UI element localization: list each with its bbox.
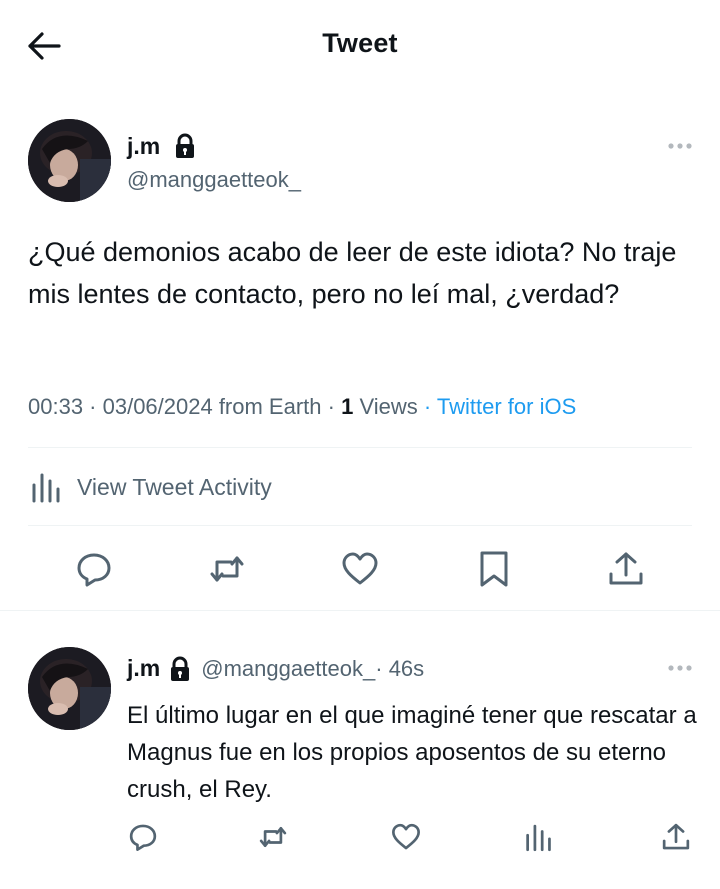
divider: [28, 447, 692, 448]
bar-chart-icon: [30, 471, 63, 503]
lock-icon: [174, 133, 196, 159]
views-count[interactable]: 1: [341, 394, 353, 419]
reply-text: El último lugar en el que imaginé tener …: [127, 702, 697, 803]
reply-header: j.m @manggaetteok_ · 46s: [127, 655, 424, 682]
tweet-meta: 00:33 · 03/06/2024 from Earth · 1 Views …: [28, 394, 576, 420]
client-link[interactable]: · Twitter for iOS: [418, 394, 576, 419]
tweet-timestamp[interactable]: 00:33 · 03/06/2024 from Earth ·: [28, 394, 341, 419]
share-icon[interactable]: [607, 550, 645, 588]
author-handle[interactable]: @manggaetteok_: [127, 167, 301, 193]
reply-share-icon[interactable]: [661, 822, 691, 852]
reply-author-handle[interactable]: @manggaetteok_: [201, 656, 375, 682]
reply-more-icon[interactable]: [667, 662, 693, 674]
reply-avatar[interactable]: [28, 647, 111, 730]
tweet-text: ¿Qué demonios acabo de leer de este idio…: [28, 237, 677, 309]
retweet-icon[interactable]: [208, 550, 246, 588]
reply-icon[interactable]: [75, 550, 113, 588]
reply-reply-icon[interactable]: [128, 822, 158, 852]
avatar[interactable]: [28, 119, 111, 202]
more-icon[interactable]: [667, 140, 693, 152]
activity-label: View Tweet Activity: [77, 473, 272, 500]
page-title: Tweet: [322, 28, 398, 58]
bookmark-icon[interactable]: [475, 550, 513, 588]
author-name[interactable]: j.m: [127, 133, 160, 160]
reply-author-name[interactable]: j.m: [127, 655, 160, 682]
reply-views-icon[interactable]: [524, 822, 554, 852]
reply-timestamp[interactable]: · 46s: [375, 656, 424, 682]
reply-like-icon[interactable]: [391, 822, 421, 852]
section-divider: [0, 610, 720, 611]
like-icon[interactable]: [341, 550, 379, 588]
reply-retweet-icon[interactable]: [258, 822, 288, 852]
lock-icon: [169, 656, 191, 682]
views-label[interactable]: Views: [353, 394, 417, 419]
view-tweet-activity[interactable]: View Tweet Activity: [30, 470, 272, 504]
divider: [28, 525, 692, 526]
